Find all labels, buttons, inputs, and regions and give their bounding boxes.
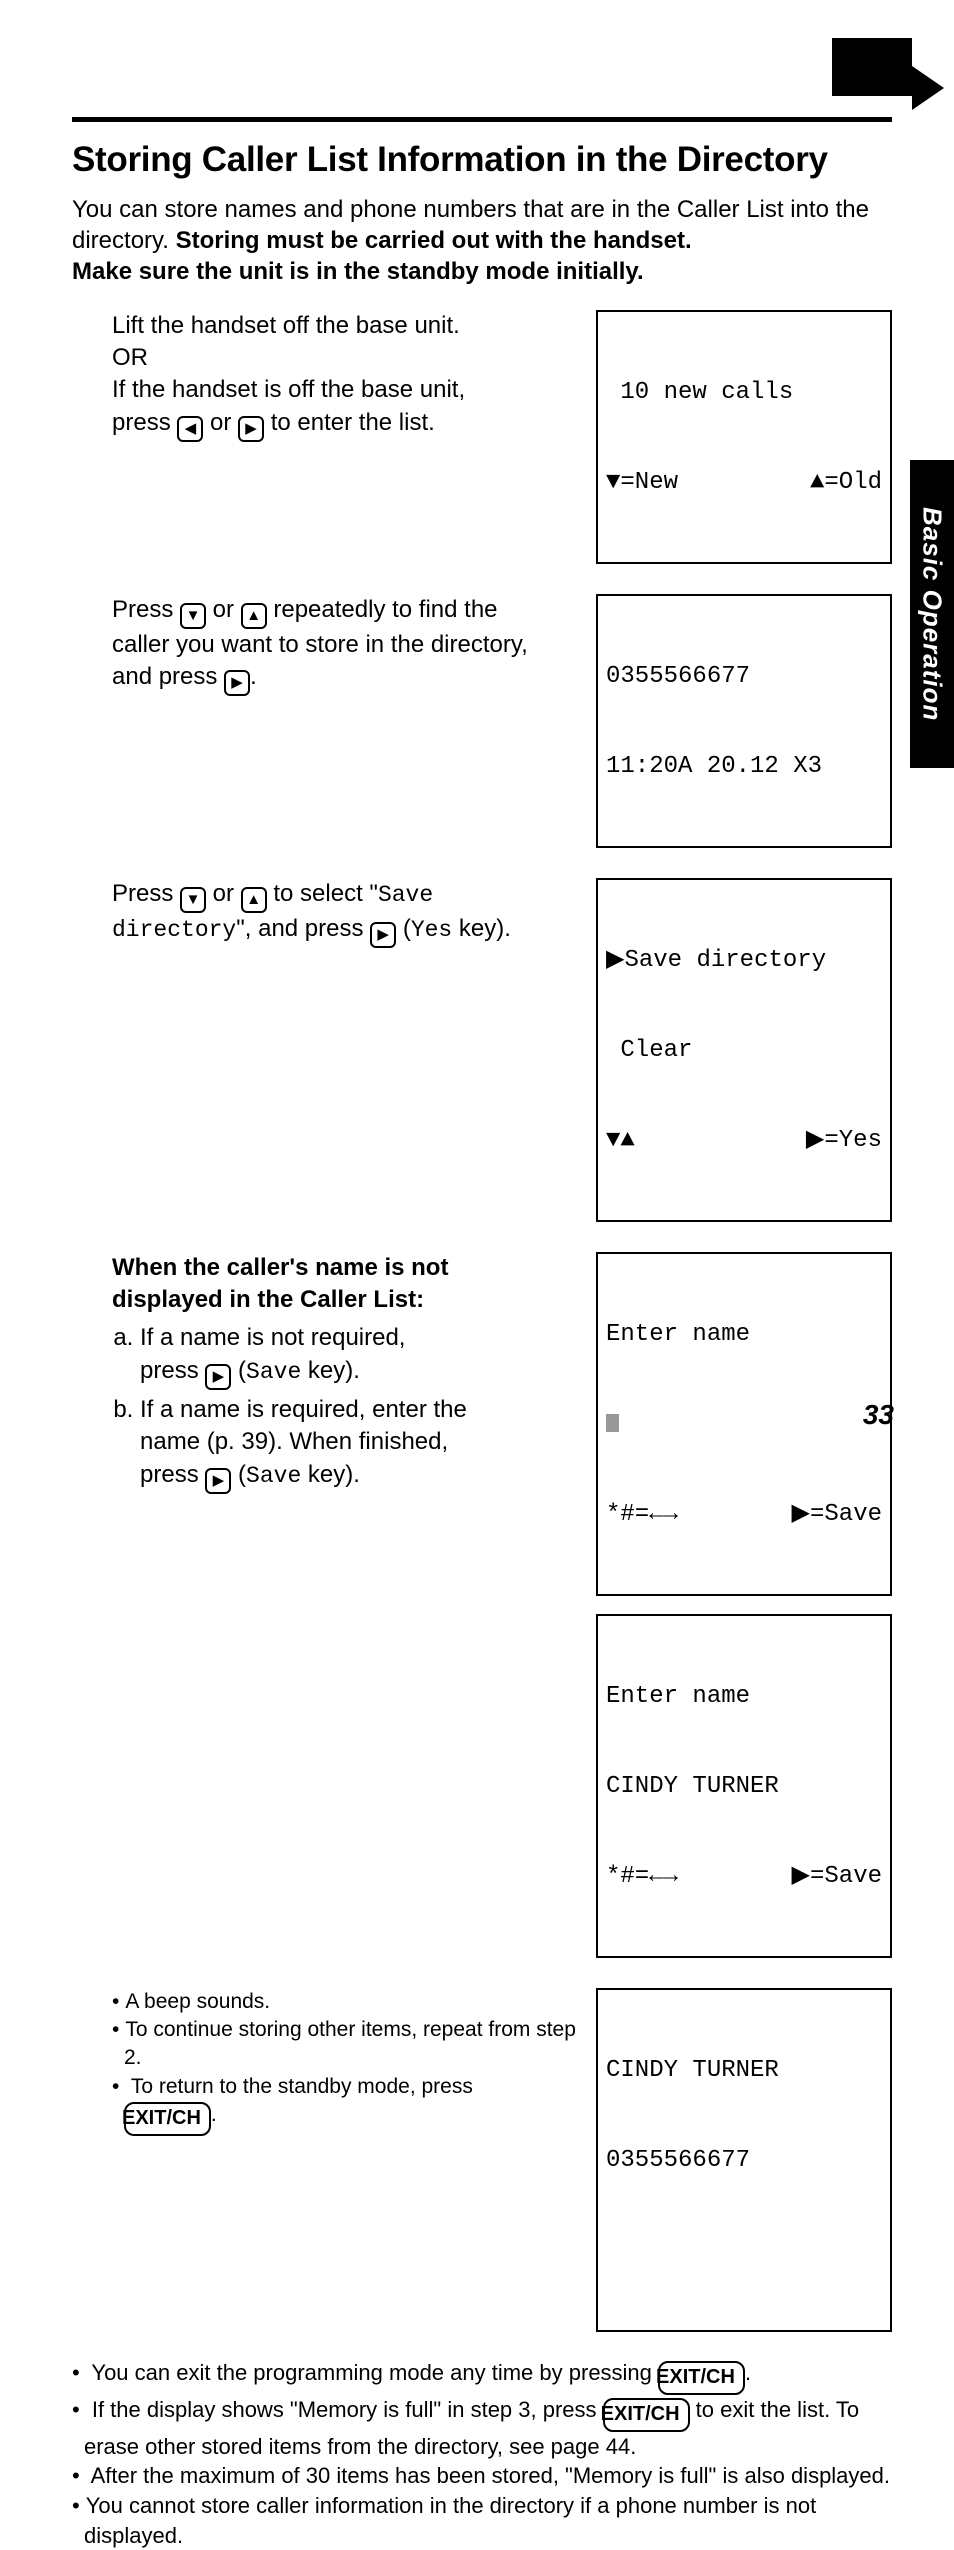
standby-note: To return to the standby mode, press EXI… <box>112 2073 578 2136</box>
section-tab: Basic Operation <box>910 460 954 768</box>
repeat-note: To continue storing other items, repeat … <box>112 2016 578 2073</box>
right-key-icon: ▶ <box>224 670 250 696</box>
lcd-screen-5: Enter name CINDY TURNER *#=←→▶=Save <box>596 1614 892 1958</box>
note-exit: You can exit the programming mode any ti… <box>72 2358 892 2395</box>
step-1: Lift the handset off the base unit. OR I… <box>72 310 892 564</box>
step-3: Press ▼ or ▲ to select "Save directory",… <box>72 878 892 1222</box>
right-key-icon: ▶ <box>238 416 264 442</box>
right-key-icon: ▶ <box>205 1468 231 1494</box>
step-2: Press ▼ or ▲ repeatedly to find the call… <box>72 594 892 848</box>
corner-arrow-icon <box>912 66 944 110</box>
exit-ch-key: EXIT/CH <box>124 2102 211 2136</box>
cursor-icon <box>606 1414 619 1432</box>
right-key-icon: ▶ <box>205 1364 231 1390</box>
exit-ch-key: EXIT/CH <box>603 2398 690 2432</box>
lcd-screen-3: ▶Save directory Clear ▼▲▶=Yes <box>596 878 892 1222</box>
up-key-icon: ▲ <box>241 603 267 629</box>
note-max-30: After the maximum of 30 items has been s… <box>72 2461 892 2491</box>
lcd-screen-4: Enter name *#=←→▶=Save <box>596 1252 892 1596</box>
step-5: A beep sounds. To continue storing other… <box>72 1988 892 2332</box>
note-memory-full-step3: If the display shows "Memory is full" in… <box>72 2395 892 2462</box>
down-key-icon: ▼ <box>180 603 206 629</box>
footer-notes: You can exit the programming mode any ti… <box>72 2358 892 2550</box>
right-key-icon: ▶ <box>370 922 396 948</box>
note-no-number: You cannot store caller information in t… <box>72 2491 892 2550</box>
step4-option-a: If a name is not required, press ▶ (Save… <box>140 1322 578 1390</box>
section-tab-label: Basic Operation <box>917 507 948 721</box>
up-key-icon: ▲ <box>241 887 267 913</box>
lcd-screen-6: CINDY TURNER 0355566677 <box>596 1988 892 2332</box>
page-number: 33 <box>863 1399 894 1431</box>
page-title: Storing Caller List Information in the D… <box>72 140 892 180</box>
beep-note: A beep sounds. <box>112 1988 578 2016</box>
top-rule <box>72 117 892 122</box>
step4-option-b: If a name is required, enter the name (p… <box>140 1394 578 1494</box>
lcd-screen-2: 0355566677 11:20A 20.12 X3 <box>596 594 892 848</box>
lcd-screen-1: 10 new calls ▼=New▲=Old <box>596 310 892 564</box>
intro-paragraph: You can store names and phone numbers th… <box>72 194 892 288</box>
down-key-icon: ▼ <box>180 887 206 913</box>
exit-ch-key: EXIT/CH <box>658 2361 745 2395</box>
left-key-icon: ◀ <box>177 416 203 442</box>
corner-tab <box>832 38 912 96</box>
step-4: When the caller's name is not displayed … <box>72 1252 892 1958</box>
